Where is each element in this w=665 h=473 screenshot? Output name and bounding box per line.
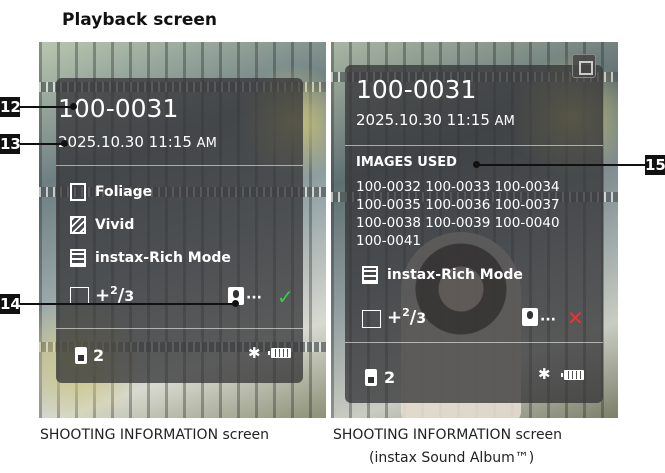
leader-dot-15 xyxy=(473,161,480,168)
leader-line-12 xyxy=(20,106,72,108)
images-used-label: IMAGES USED xyxy=(356,155,457,170)
leader-dot-13 xyxy=(61,140,68,147)
print-mode-icon xyxy=(362,266,378,284)
divider xyxy=(56,165,303,166)
audio-dots: ··· xyxy=(246,290,262,306)
ampm-text: AM xyxy=(196,136,217,151)
exposure-icon xyxy=(362,310,381,328)
exposure-numerator: 2 xyxy=(402,306,410,319)
date-text: 2025.10.30 11:15 xyxy=(58,133,192,151)
callout-14: 14 xyxy=(0,294,21,314)
audio-recorded-check-icon: ✓ xyxy=(277,285,294,309)
leader-line-14 xyxy=(20,303,234,305)
leader-dot-14 xyxy=(232,300,239,307)
info-panel xyxy=(56,78,303,383)
card-count: 2 xyxy=(384,368,396,387)
caption-right-line1: SHOOTING INFORMATION screen xyxy=(333,427,563,443)
file-number: 100-0031 xyxy=(356,75,477,104)
film-type: Foliage xyxy=(95,184,153,200)
album-icon xyxy=(572,54,596,78)
date-text: 2025.10.30 11:15 xyxy=(356,111,490,129)
section-title: Playback screen xyxy=(62,10,218,30)
print-mode: instax-Rich Mode xyxy=(95,250,231,266)
battery-icon xyxy=(268,348,291,358)
divider xyxy=(345,145,603,146)
card-count: 2 xyxy=(93,346,105,365)
ampm-text: AM xyxy=(494,114,515,129)
divider xyxy=(56,328,303,329)
exposure-numerator: 2 xyxy=(110,284,118,297)
audio-missing-cross-icon: ✕ xyxy=(567,306,584,330)
card-icon xyxy=(365,369,377,386)
filter-icon xyxy=(70,216,86,234)
card-icon xyxy=(75,347,87,364)
callout-13: 13 xyxy=(0,134,21,154)
film-icon xyxy=(70,183,86,201)
leader-line-13 xyxy=(20,143,64,145)
images-used-line: 100-0035 100-0036 100-0037 xyxy=(356,197,560,213)
exposure-denominator: 3 xyxy=(416,311,427,327)
print-mode-icon xyxy=(70,249,86,267)
leader-line-15 xyxy=(477,164,645,166)
battery-icon xyxy=(561,370,584,380)
shooting-info-sound-album-screen: 100-0031 2025.10.30 11:15 AM IMAGES USED… xyxy=(331,42,618,418)
images-used-line: 100-0038 100-0039 100-0040 xyxy=(356,215,560,231)
print-mode: instax-Rich Mode xyxy=(387,267,523,283)
bluetooth-icon: ✱ xyxy=(248,344,261,362)
date-time: 2025.10.30 11:15 AM xyxy=(58,133,217,151)
leader-dot-12 xyxy=(70,103,77,110)
images-used-line: 100-0032 100-0033 100-0034 xyxy=(356,179,560,195)
shooting-info-screen: 100-0031 2025.10.30 11:15 AM Foliage Viv… xyxy=(39,42,326,418)
filter-name: Vivid xyxy=(95,217,135,233)
caption-left: SHOOTING INFORMATION screen xyxy=(40,427,270,443)
callout-12: 12 xyxy=(0,97,21,117)
divider xyxy=(345,342,603,343)
images-used-line: 100-0041 xyxy=(356,233,421,249)
audio-icon xyxy=(522,308,538,326)
caption-right-line2: (instax Sound Album™) xyxy=(369,450,535,466)
exposure-value: +2/3 xyxy=(387,306,427,328)
bluetooth-icon: ✱ xyxy=(538,365,551,383)
audio-dots: ··· xyxy=(540,312,556,328)
date-time: 2025.10.30 11:15 AM xyxy=(356,111,515,129)
callout-15: 15 xyxy=(645,155,665,175)
exposure-sign: + xyxy=(387,307,403,328)
